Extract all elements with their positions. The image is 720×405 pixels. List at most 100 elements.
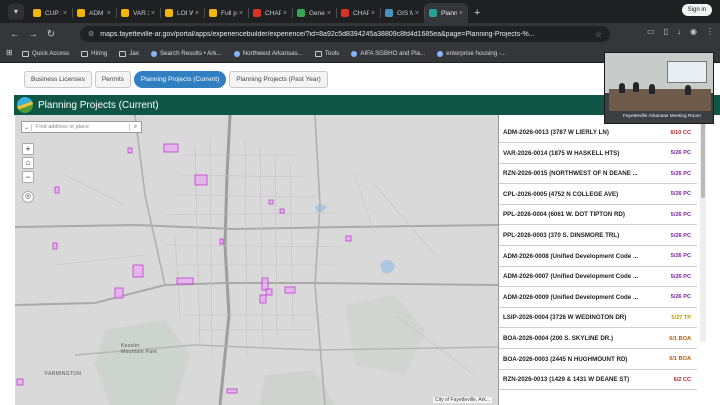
bookmark-item[interactable]: Tools xyxy=(314,50,339,57)
browser-tab[interactable]: Gene × xyxy=(292,3,336,23)
back-icon[interactable]: ← xyxy=(6,29,24,40)
project-hearing-date: 5/26 PC xyxy=(670,191,691,198)
tab-favicon-icon xyxy=(165,9,173,17)
tab-close-icon[interactable]: × xyxy=(371,10,375,17)
project-list-item[interactable]: RZN-2026-0013 (1429 & 1431 W DEANE ST) 6/… xyxy=(499,370,697,391)
tab-title: GIS M xyxy=(397,9,413,17)
tab-title: CUP 2 xyxy=(45,9,61,17)
project-list-item[interactable]: PPL-2026-0004 (6061 W. DOT TIPTON RD) 5/2… xyxy=(499,205,697,226)
tab-favicon-icon xyxy=(209,9,217,17)
project-list-item[interactable]: RZN-2026-0015 (NORTHWEST OF N DEANE ... 5… xyxy=(499,164,697,185)
reload-icon[interactable]: ↻ xyxy=(42,29,60,40)
map-canvas[interactable] xyxy=(15,115,498,405)
browser-tab[interactable]: Plann × xyxy=(424,3,468,23)
home-icon[interactable]: ⌂ xyxy=(22,157,34,169)
project-name: BOA-2026-0003 (2445 N HUGHMOUNT RD) xyxy=(503,355,628,363)
address-bar[interactable]: ⚙ maps.fayetteville-ar.gov/portal/apps/e… xyxy=(80,26,610,42)
bookmark-item[interactable]: enterprise housing -... xyxy=(437,50,506,57)
tab-title: LOI W xyxy=(177,9,193,17)
profile-icon[interactable]: ◉ xyxy=(690,27,697,36)
project-list-item[interactable]: CPL-2026-0005 (4752 N COLLEGE AVE) 5/26 P… xyxy=(499,185,697,205)
project-name: BOA-2026-0004 (200 S. SKYLINE DR.) xyxy=(503,335,614,342)
browser-tab[interactable]: VAR 2× xyxy=(116,3,160,23)
apps-icon[interactable]: ⊞ xyxy=(6,48,13,57)
bookmark-label: Jax xyxy=(129,50,139,57)
project-hearing-date: 6/1 BOA xyxy=(669,335,691,342)
new-tab-button[interactable]: + xyxy=(474,7,480,19)
tab-close-icon[interactable]: × xyxy=(107,10,111,17)
search-icon[interactable]: ⌕ xyxy=(129,123,141,131)
browser-tab[interactable]: CHAP × xyxy=(248,3,292,23)
sidebar-icon[interactable]: ▯ xyxy=(664,27,668,36)
map-place-label: Kessler Mountain Park xyxy=(121,343,158,355)
tab-close-icon[interactable]: × xyxy=(195,10,199,17)
app-tab[interactable]: Permits xyxy=(94,71,131,88)
tab-close-icon[interactable]: × xyxy=(415,10,419,17)
tab-close-icon[interactable]: × xyxy=(283,10,287,17)
project-hearing-date: 5/26 PC xyxy=(670,170,691,177)
bookmark-label: Hiring xyxy=(91,50,108,57)
video-person xyxy=(685,85,691,95)
folder-icon xyxy=(22,50,29,57)
map-view[interactable]: ⌄ Find address or place ⌕ + ⌂ − ◎ Kessle… xyxy=(15,115,498,405)
project-list-item[interactable]: BOA-2026-0003 (2445 N HUGHMOUNT RD) 6/1 B… xyxy=(499,350,697,370)
menu-icon[interactable]: ⋮ xyxy=(706,27,714,36)
browser-tab[interactable]: CHAP × xyxy=(336,3,380,23)
map-search-input[interactable]: Find address or place xyxy=(32,124,129,130)
project-list-item[interactable]: VAR-2026-0014 (1875 W HASKELL HTS) 5/26 P… xyxy=(499,144,697,164)
tab-close-icon[interactable]: × xyxy=(327,10,331,17)
bookmark-item[interactable]: Search Results • Ark... xyxy=(150,50,222,57)
download-icon[interactable]: ↓ xyxy=(677,27,681,36)
city-logo xyxy=(16,96,34,114)
app-tab[interactable]: Planning Projects (Past Year) xyxy=(229,71,328,88)
tab-close-icon[interactable]: × xyxy=(459,10,463,17)
app-navigation-tabs: Business Licenses Permits Planning Project… xyxy=(24,71,328,88)
bookmark-item[interactable]: Quick Access xyxy=(22,50,69,57)
map-search-box[interactable]: ⌄ Find address or place ⌕ xyxy=(21,121,142,133)
bookmark-item[interactable]: Northwest Arkansas... xyxy=(233,50,303,57)
tab-close-icon[interactable]: × xyxy=(151,10,155,17)
browser-tab[interactable]: CUP 2× xyxy=(28,3,72,23)
sign-in-button[interactable]: Sign in xyxy=(681,4,712,16)
bookmark-item[interactable]: Hiring xyxy=(81,50,107,57)
app-tab[interactable]: Business Licenses xyxy=(24,71,92,88)
bookmark-label: AIFA SGBHO and Pla... xyxy=(360,50,426,57)
zoom-in-button[interactable]: + xyxy=(22,143,34,155)
meeting-video-overlay[interactable]: Fayetteville Arkansas Meeting Room xyxy=(604,52,714,124)
project-list-item[interactable]: ADM-2026-0007 (Unified Development Code … xyxy=(499,267,697,288)
bookmark-item[interactable]: Jax xyxy=(119,50,139,57)
project-list-item[interactable]: PPL-2026-0003 (370 S. DINSMORE TRL) 5/26 … xyxy=(499,226,697,246)
project-hearing-date: 5/26 PC xyxy=(670,211,691,218)
tab-close-icon[interactable]: × xyxy=(239,10,243,17)
app-tab[interactable]: Planning Projects (Current) xyxy=(133,71,227,88)
tab-title: VAR 2 xyxy=(133,9,149,17)
project-list-item[interactable]: ADM-2026-0013 (3787 W LIERLY LN) 6/10 CC xyxy=(499,123,697,143)
browser-tab[interactable]: GIS M × xyxy=(380,3,424,23)
screen-cast-icon[interactable]: ▭ xyxy=(647,27,655,36)
wordpress-icon xyxy=(437,50,444,57)
tab-favicon-icon xyxy=(121,9,129,17)
bookmark-star-icon[interactable]: ☆ xyxy=(595,30,602,39)
project-hearing-date: 6/10 CC xyxy=(670,129,691,136)
browser-tab-strip: ▾ CUP 2×ADM×VAR 2×LOI W×Full p×CHAP×Gene… xyxy=(0,0,720,23)
browser-tab[interactable]: Full p × xyxy=(204,3,248,23)
project-list-item[interactable]: ADM-2026-0009 (Unified Development Code … xyxy=(499,288,697,308)
bookmark-label: enterprise housing -... xyxy=(446,50,507,57)
project-list-item[interactable]: BOA-2026-0004 (200 S. SKYLINE DR.) 6/1 BO… xyxy=(499,329,697,349)
zoom-out-button[interactable]: − xyxy=(22,171,34,183)
browser-tab[interactable]: LOI W × xyxy=(160,3,204,23)
bookmark-item[interactable]: AIFA SGBHO and Pla... xyxy=(351,50,425,57)
browser-tab[interactable]: ADM × xyxy=(72,3,116,23)
project-list-item[interactable]: ADM-2026-0008 (Unified Development Code … xyxy=(499,247,697,267)
tab-favicon-icon xyxy=(253,9,261,17)
folder-icon xyxy=(81,50,89,57)
project-list-item[interactable]: LSIP-2026-0004 (3726 W WEDINGTON DR) 5/27… xyxy=(499,308,697,329)
tab-favicon-icon xyxy=(341,9,349,17)
locate-icon[interactable]: ◎ xyxy=(22,191,34,203)
site-info-icon[interactable]: ⚙ xyxy=(88,30,94,38)
map-attribution[interactable]: City of Fayetteville, Ark... xyxy=(432,397,492,403)
search-source-dropdown[interactable]: ⌄ xyxy=(22,123,32,131)
tab-close-icon[interactable]: × xyxy=(63,10,67,17)
tab-search-icon[interactable]: ▾ xyxy=(8,4,24,20)
forward-icon[interactable]: → xyxy=(24,29,42,40)
